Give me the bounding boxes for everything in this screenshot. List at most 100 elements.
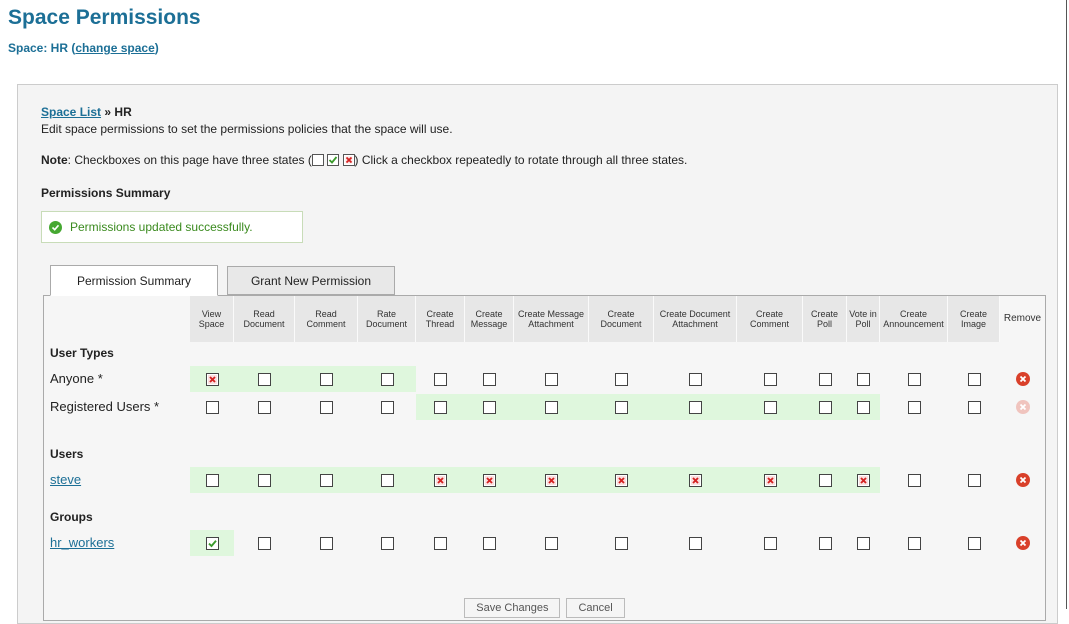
permission-checkbox-read-document[interactable] [258, 400, 271, 414]
success-text: Permissions updated successfully. [70, 220, 253, 234]
tab-permission-summary[interactable]: Permission Summary [50, 265, 218, 296]
permission-checkbox-read-document[interactable] [258, 372, 271, 386]
permission-checkbox-view-space[interactable] [205, 536, 219, 550]
permission-checkbox-read-comment[interactable] [320, 473, 333, 487]
space-list-link[interactable]: Space List [41, 105, 101, 119]
permission-row-registered-users: Registered Users * [44, 394, 1045, 420]
permission-checkbox-view-space[interactable] [205, 473, 219, 487]
permission-checkbox-view-space[interactable] [205, 372, 219, 386]
page-right-border [1066, 0, 1067, 609]
permission-checkbox-read-comment[interactable] [320, 400, 333, 414]
space-label: Space: HR [8, 41, 69, 55]
permission-cell [514, 530, 589, 556]
permission-cell [847, 467, 880, 493]
permission-checkbox-create-thread[interactable] [434, 400, 447, 414]
permission-checkbox-create-message-attachment[interactable] [545, 372, 558, 386]
column-header-vote-in-poll: Vote in Poll [847, 296, 880, 342]
permission-checkbox-create-document-attachment[interactable] [689, 400, 702, 414]
permission-cell [358, 366, 416, 392]
permission-checkbox-read-document[interactable] [258, 473, 271, 487]
space-line: Space: HR (change space) [8, 41, 159, 55]
permission-checkbox-create-message[interactable] [483, 473, 496, 487]
permission-checkbox-create-message-attachment[interactable] [545, 400, 558, 414]
permission-checkbox-create-message[interactable] [483, 372, 496, 386]
permission-checkbox-create-document-attachment[interactable] [689, 536, 702, 550]
permission-cell [358, 530, 416, 556]
remove-icon[interactable] [1016, 536, 1030, 550]
permission-cell [190, 394, 234, 420]
save-changes-button[interactable]: Save Changes [464, 598, 561, 618]
granted-state-checkbox-icon [327, 154, 340, 166]
permission-checkbox-create-announcement[interactable] [907, 536, 921, 550]
permission-cell [654, 467, 737, 493]
permission-checkbox-create-poll[interactable] [818, 473, 832, 487]
permission-checkbox-create-message[interactable] [483, 536, 496, 550]
permission-checkbox-create-thread[interactable] [434, 536, 447, 550]
permission-checkbox-create-document[interactable] [615, 400, 628, 414]
permission-checkbox-create-image[interactable] [967, 536, 981, 550]
permission-checkbox-create-comment[interactable] [763, 536, 777, 550]
breadcrumb: Space List » HR [41, 105, 132, 119]
permission-cell [847, 366, 880, 392]
permission-cell [880, 530, 948, 556]
permission-checkbox-create-comment[interactable] [763, 473, 777, 487]
entity-link-steve[interactable]: steve [50, 472, 81, 487]
permission-checkbox-create-document-attachment[interactable] [689, 473, 702, 487]
permission-checkbox-create-thread[interactable] [434, 372, 447, 386]
permissions-table: View Space Read Document Read Comment Rate … [43, 295, 1046, 621]
tab-grant-new-permission[interactable]: Grant New Permission [227, 266, 395, 295]
permission-checkbox-create-announcement[interactable] [907, 372, 921, 386]
breadcrumb-separator: » [104, 105, 112, 119]
permission-cell [654, 366, 737, 392]
permission-checkbox-create-announcement[interactable] [907, 473, 921, 487]
permission-checkbox-vote-in-poll[interactable] [857, 473, 870, 487]
permission-checkbox-create-announcement[interactable] [907, 400, 921, 414]
permission-checkbox-create-document[interactable] [615, 372, 628, 386]
permission-checkbox-create-message-attachment[interactable] [545, 473, 558, 487]
permission-checkbox-create-document-attachment[interactable] [689, 372, 702, 386]
remove-icon[interactable] [1016, 473, 1030, 487]
permission-checkbox-vote-in-poll[interactable] [857, 372, 870, 386]
permission-row-steve: steve [44, 467, 1045, 493]
permission-checkbox-rate-document[interactable] [380, 473, 394, 487]
permission-checkbox-create-poll[interactable] [818, 536, 832, 550]
permission-checkbox-vote-in-poll[interactable] [857, 536, 870, 550]
permission-cell [234, 467, 295, 493]
permission-checkbox-read-comment[interactable] [320, 536, 333, 550]
permission-checkbox-create-document[interactable] [615, 536, 628, 550]
change-space-link[interactable]: change space [75, 41, 154, 55]
section-user-types: User Types [50, 346, 114, 360]
permission-checkbox-create-image[interactable] [967, 400, 981, 414]
cancel-button[interactable]: Cancel [566, 598, 625, 618]
permission-cell [589, 366, 654, 392]
permission-checkbox-rate-document[interactable] [380, 372, 394, 386]
permission-cell [465, 530, 514, 556]
permission-cell [465, 366, 514, 392]
permission-checkbox-create-thread[interactable] [434, 473, 447, 487]
permission-checkbox-create-image[interactable] [967, 372, 981, 386]
permission-checkbox-create-comment[interactable] [763, 400, 777, 414]
permission-cell [358, 394, 416, 420]
permission-checkbox-create-comment[interactable] [763, 372, 777, 386]
entity-link-hr-workers[interactable]: hr_workers [50, 535, 114, 550]
permission-checkbox-create-document[interactable] [615, 473, 628, 487]
permission-checkbox-create-poll[interactable] [818, 400, 832, 414]
column-header-create-document-attachment: Create Document Attachment [654, 296, 737, 342]
permission-checkbox-view-space[interactable] [205, 400, 219, 414]
permission-checkbox-create-image[interactable] [967, 473, 981, 487]
permission-cell [847, 394, 880, 420]
row-label: hr_workers [50, 530, 114, 556]
permission-cell [358, 467, 416, 493]
permission-checkbox-create-message[interactable] [483, 400, 496, 414]
permission-checkbox-read-comment[interactable] [320, 372, 333, 386]
permission-checkbox-create-poll[interactable] [818, 372, 832, 386]
permission-cell [416, 467, 465, 493]
permission-checkbox-rate-document[interactable] [380, 400, 394, 414]
remove-icon[interactable] [1016, 372, 1030, 386]
permission-checkbox-vote-in-poll[interactable] [857, 400, 870, 414]
permission-checkbox-create-message-attachment[interactable] [545, 536, 558, 550]
permission-checkbox-rate-document[interactable] [380, 536, 394, 550]
note-after: ) Click a checkbox repeatedly to rotate … [354, 153, 688, 167]
permission-cell [416, 394, 465, 420]
permission-checkbox-read-document[interactable] [258, 536, 271, 550]
